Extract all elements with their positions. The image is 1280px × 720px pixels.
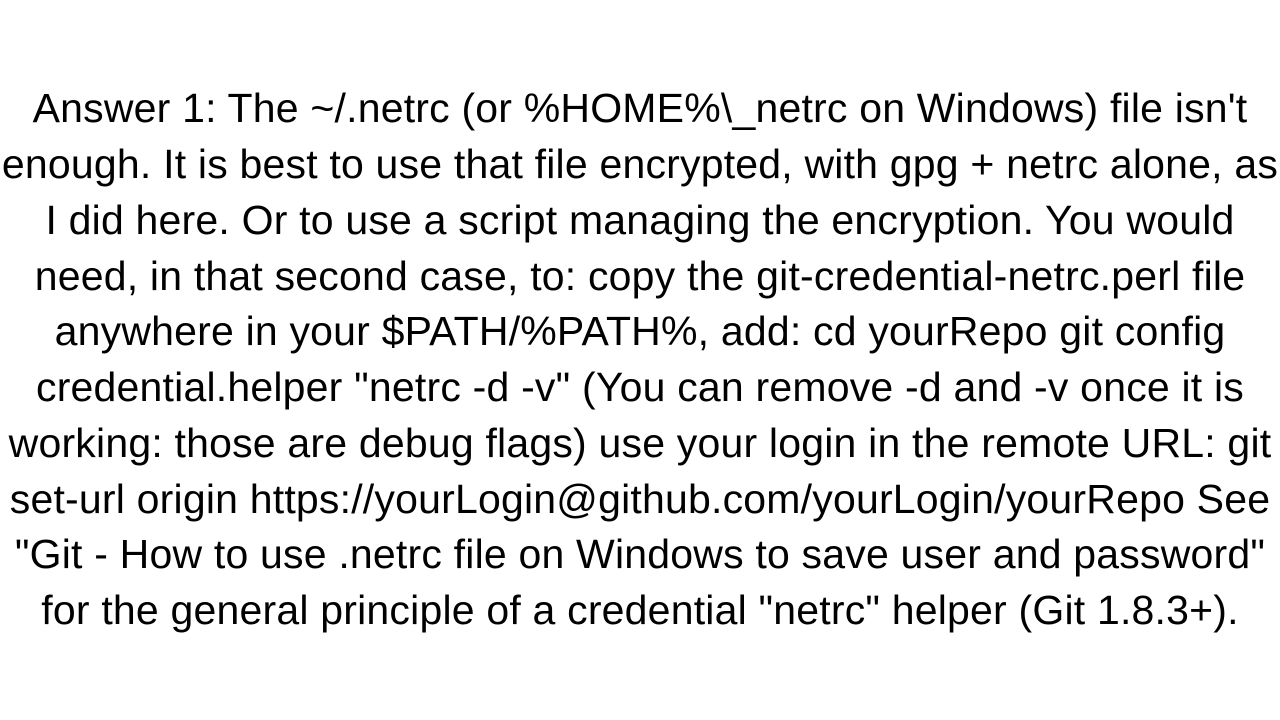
- answer-text-block: Answer 1: The ~/.netrc (or %HOME%\_netrc…: [0, 81, 1280, 639]
